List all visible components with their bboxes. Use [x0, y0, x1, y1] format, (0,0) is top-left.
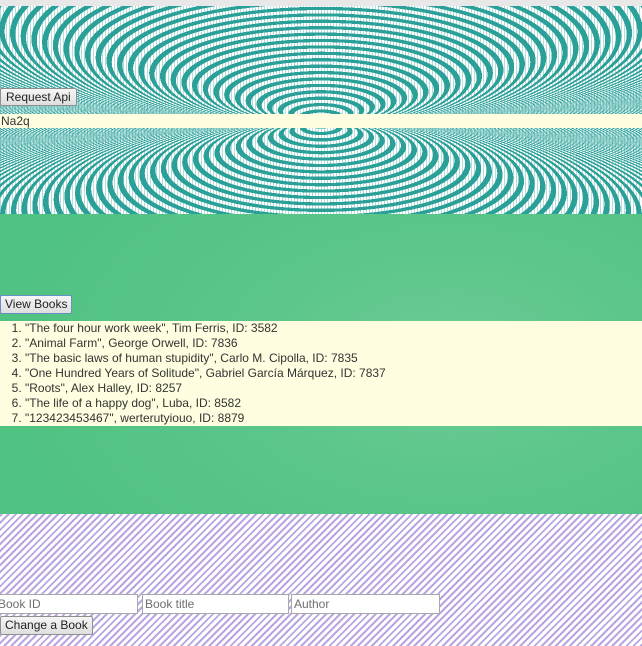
book-list-item: "123423453467", werterutyiouo, ID: 8879	[25, 411, 642, 426]
book-list-item: "Animal Farm", George Orwell, ID: 7836	[25, 336, 642, 351]
book-list-item: "The life of a happy dog", Luba, ID: 858…	[25, 396, 642, 411]
book-list-item: "The four hour work week", Tim Ferris, I…	[25, 321, 642, 336]
change-book-button[interactable]: Change a Book	[0, 616, 93, 635]
book-list-item: "One Hundred Years of Solitude", Gabriel…	[25, 366, 642, 381]
api-result-text: Na2q	[0, 114, 642, 128]
book-list-item: "The basic laws of human stupidity", Car…	[25, 351, 642, 366]
view-books-button[interactable]: View Books	[0, 295, 73, 314]
book-title-input[interactable]	[142, 594, 289, 614]
api-section: Request Api Na2q	[0, 6, 642, 214]
books-section: View Books "The four hour work week", Ti…	[0, 214, 642, 514]
book-list: "The four hour work week", Tim Ferris, I…	[0, 321, 642, 426]
book-id-input[interactable]	[0, 594, 138, 614]
change-book-section: Change a Book	[0, 514, 642, 646]
request-api-button[interactable]: Request Api	[0, 88, 77, 106]
book-list-item: "Roots", Alex Halley, ID: 8257	[25, 381, 642, 396]
book-list-container: "The four hour work week", Tim Ferris, I…	[0, 321, 642, 426]
author-input[interactable]	[291, 594, 440, 614]
